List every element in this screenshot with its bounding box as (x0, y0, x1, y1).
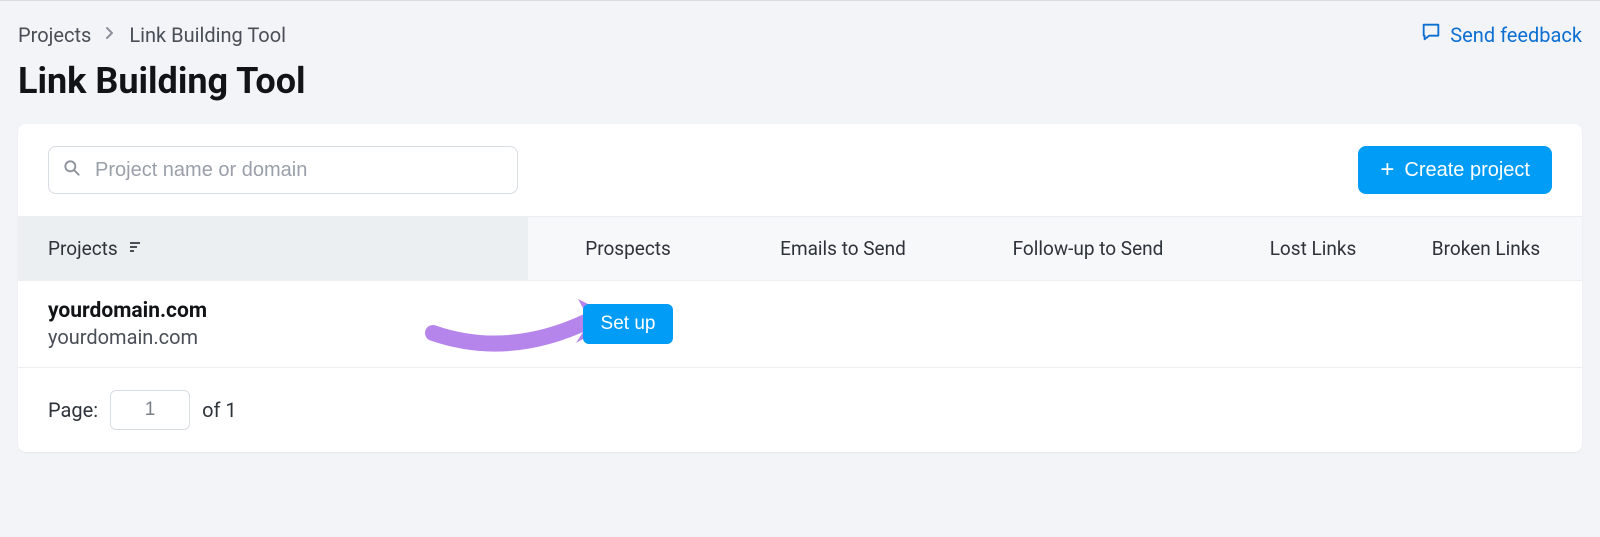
project-name[interactable]: yourdomain.com (48, 299, 207, 323)
setup-button[interactable]: Set up (583, 304, 674, 344)
table-header: Projects Prospects Emails to Send Follow… (18, 216, 1582, 281)
create-project-label: Create project (1404, 159, 1530, 182)
search-icon (62, 158, 82, 182)
speech-bubble-icon (1420, 21, 1442, 48)
page-label: Page: (48, 398, 98, 422)
table-row: yourdomain.com yourdomain.com Set up (18, 281, 1582, 368)
breadcrumb-current: Link Building Tool (129, 23, 286, 47)
chevron-right-icon (105, 25, 115, 44)
send-feedback-link[interactable]: Send feedback (1420, 21, 1582, 48)
column-emails[interactable]: Emails to Send (728, 217, 958, 280)
breadcrumb: Projects Link Building Tool (18, 23, 286, 47)
send-feedback-label: Send feedback (1450, 23, 1582, 47)
column-prospects[interactable]: Prospects (528, 217, 728, 280)
column-followup[interactable]: Follow-up to Send (958, 217, 1218, 280)
column-projects-label: Projects (48, 237, 118, 260)
column-lost[interactable]: Lost Links (1218, 217, 1408, 280)
column-broken[interactable]: Broken Links (1408, 217, 1582, 280)
search-input[interactable] (48, 146, 518, 194)
project-subtitle: yourdomain.com (48, 325, 198, 349)
projects-card: + Create project Projects Prospects Emai… (18, 124, 1582, 452)
pagination: Page: of 1 (18, 368, 1582, 452)
page-number-input[interactable] (110, 390, 190, 430)
create-project-button[interactable]: + Create project (1358, 146, 1552, 194)
breadcrumb-root[interactable]: Projects (18, 23, 91, 47)
sort-icon (128, 237, 144, 260)
column-projects[interactable]: Projects (18, 217, 528, 280)
plus-icon: + (1380, 158, 1394, 182)
page-title: Link Building Tool (18, 60, 1582, 102)
page-total: of 1 (202, 398, 237, 422)
